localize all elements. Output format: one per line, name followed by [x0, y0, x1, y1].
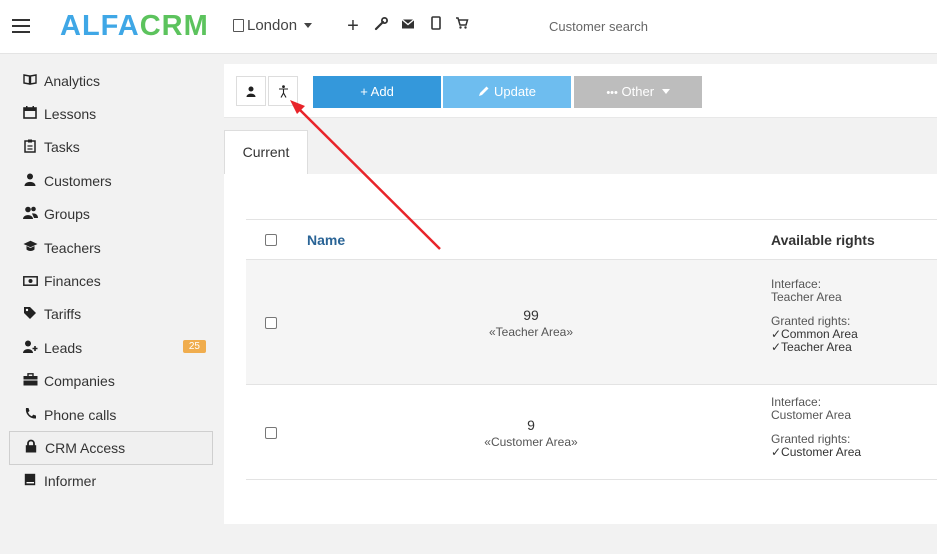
granted-right: ✓Customer Area	[771, 445, 862, 459]
row-area: «Teacher Area»	[488, 325, 574, 339]
cart-icon[interactable]	[451, 16, 473, 36]
sidebar: Analytics Lessons Tasks Customers Groups…	[0, 64, 224, 498]
logo-alfa: ALFA	[60, 10, 140, 42]
row-checkbox[interactable]	[265, 427, 277, 439]
sidebar-item-label: Tariffs	[44, 306, 82, 323]
logo[interactable]: ALFACRM	[60, 10, 209, 43]
sidebar-item-tasks[interactable]: Tasks	[0, 131, 224, 164]
toolbar: + Add Update ••• Other	[224, 64, 937, 118]
table-row[interactable]: 9 «Customer Area» Interface: Customer Ar…	[246, 385, 937, 480]
sidebar-item-label: Teachers	[44, 239, 101, 256]
lock-icon	[23, 439, 39, 456]
phone-icon	[22, 407, 38, 423]
column-header-rights: Available rights	[771, 232, 875, 248]
user-plus-icon	[22, 340, 38, 356]
other-dropdown-button[interactable]: ••• Other	[574, 76, 702, 108]
sidebar-item-phone-calls[interactable]: Phone calls	[0, 398, 224, 431]
select-all-checkbox[interactable]	[265, 234, 277, 246]
leads-count-badge: 25	[182, 340, 206, 354]
building-icon	[233, 19, 244, 32]
customer-search-input[interactable]: Customer search	[549, 19, 648, 34]
sidebar-item-label: Finances	[44, 273, 101, 290]
name-cell: 99 «Teacher Area»	[446, 307, 616, 339]
row-number: 99	[523, 307, 539, 323]
other-button-label: Other	[621, 84, 655, 99]
row-area: «Customer Area»	[484, 435, 578, 449]
sidebar-item-groups[interactable]: Groups	[0, 198, 224, 231]
plus-icon[interactable]: +	[342, 16, 364, 36]
rights-cell: Interface: Customer Area Granted rights:…	[771, 396, 861, 459]
interface-value: Customer Area	[771, 408, 852, 422]
hamburger-menu-icon[interactable]	[12, 19, 30, 33]
accessibility-view-toggle[interactable]	[268, 76, 298, 106]
row-checkbox[interactable]	[265, 317, 277, 329]
mobile-icon[interactable]	[425, 16, 447, 36]
top-bar: ALFACRM London + Customer search	[0, 0, 937, 54]
user-icon	[22, 173, 38, 189]
users-icon	[22, 206, 38, 222]
clipboard-icon	[22, 139, 38, 156]
book-icon	[22, 73, 38, 88]
single-user-view-toggle[interactable]	[236, 76, 266, 106]
sidebar-item-lessons[interactable]: Lessons	[0, 97, 224, 130]
update-button[interactable]: Update	[443, 76, 571, 108]
tab-bar: Current	[224, 118, 937, 174]
sidebar-item-teachers[interactable]: Teachers	[0, 231, 224, 264]
column-header-name[interactable]: Name	[307, 232, 345, 248]
sidebar-item-label: Companies	[44, 373, 115, 390]
granted-right: ✓Teacher Area	[771, 340, 852, 354]
user-icon	[246, 86, 256, 98]
interface-value: Teacher Area	[771, 290, 842, 304]
access-table: Name Available rights 99 «Teacher Area» …	[246, 219, 937, 480]
chevron-down-icon	[661, 89, 670, 94]
sidebar-item-companies[interactable]: Companies	[0, 365, 224, 398]
chevron-down-icon	[304, 23, 313, 28]
sidebar-item-customers[interactable]: Customers	[0, 164, 224, 197]
tag-icon	[22, 306, 38, 323]
table-header: Name Available rights	[246, 219, 937, 260]
sidebar-item-label: Tasks	[44, 139, 80, 156]
branch-label: London	[247, 17, 298, 34]
sidebar-item-label: CRM Access	[45, 439, 126, 456]
briefcase-icon	[22, 373, 38, 389]
calendar-icon	[22, 106, 38, 122]
row-number: 9	[527, 417, 535, 433]
graduation-cap-icon	[22, 240, 38, 255]
rights-cell: Interface: Teacher Area Granted rights: …	[771, 278, 858, 354]
wrench-icon[interactable]	[370, 16, 392, 38]
sidebar-item-label: Customers	[44, 172, 112, 189]
sidebar-item-tariffs[interactable]: Tariffs	[0, 298, 224, 331]
sidebar-item-label: Analytics	[44, 72, 101, 89]
sidebar-item-crm-access[interactable]: CRM Access	[9, 431, 213, 465]
sidebar-item-label: Informer	[44, 473, 97, 490]
envelope-icon[interactable]	[397, 16, 419, 36]
money-icon	[22, 274, 38, 289]
logo-crm: CRM	[139, 10, 209, 42]
book-closed-icon	[22, 473, 38, 489]
sidebar-item-label: Groups	[44, 206, 90, 223]
sidebar-item-leads[interactable]: Leads 25	[0, 331, 224, 364]
add-button[interactable]: + Add	[313, 76, 441, 108]
sidebar-item-analytics[interactable]: Analytics	[0, 64, 224, 97]
main-panel: + Add Update ••• Other Current Name Avai…	[224, 64, 937, 524]
sidebar-item-label: Leads	[44, 339, 83, 356]
pencil-icon	[479, 86, 489, 96]
sidebar-item-label: Phone calls	[44, 406, 117, 423]
dots-icon: •••	[606, 87, 618, 99]
sidebar-item-informer[interactable]: Informer	[0, 465, 224, 498]
table-row[interactable]: 99 «Teacher Area» Interface: Teacher Are…	[246, 260, 937, 385]
name-cell: 9 «Customer Area»	[446, 417, 616, 449]
sidebar-item-finances[interactable]: Finances	[0, 264, 224, 297]
update-button-label: Update	[494, 84, 536, 99]
tab-current[interactable]: Current	[224, 130, 308, 174]
accessibility-icon	[278, 85, 288, 99]
branch-selector[interactable]: London	[233, 17, 313, 34]
sidebar-item-label: Lessons	[44, 106, 97, 123]
